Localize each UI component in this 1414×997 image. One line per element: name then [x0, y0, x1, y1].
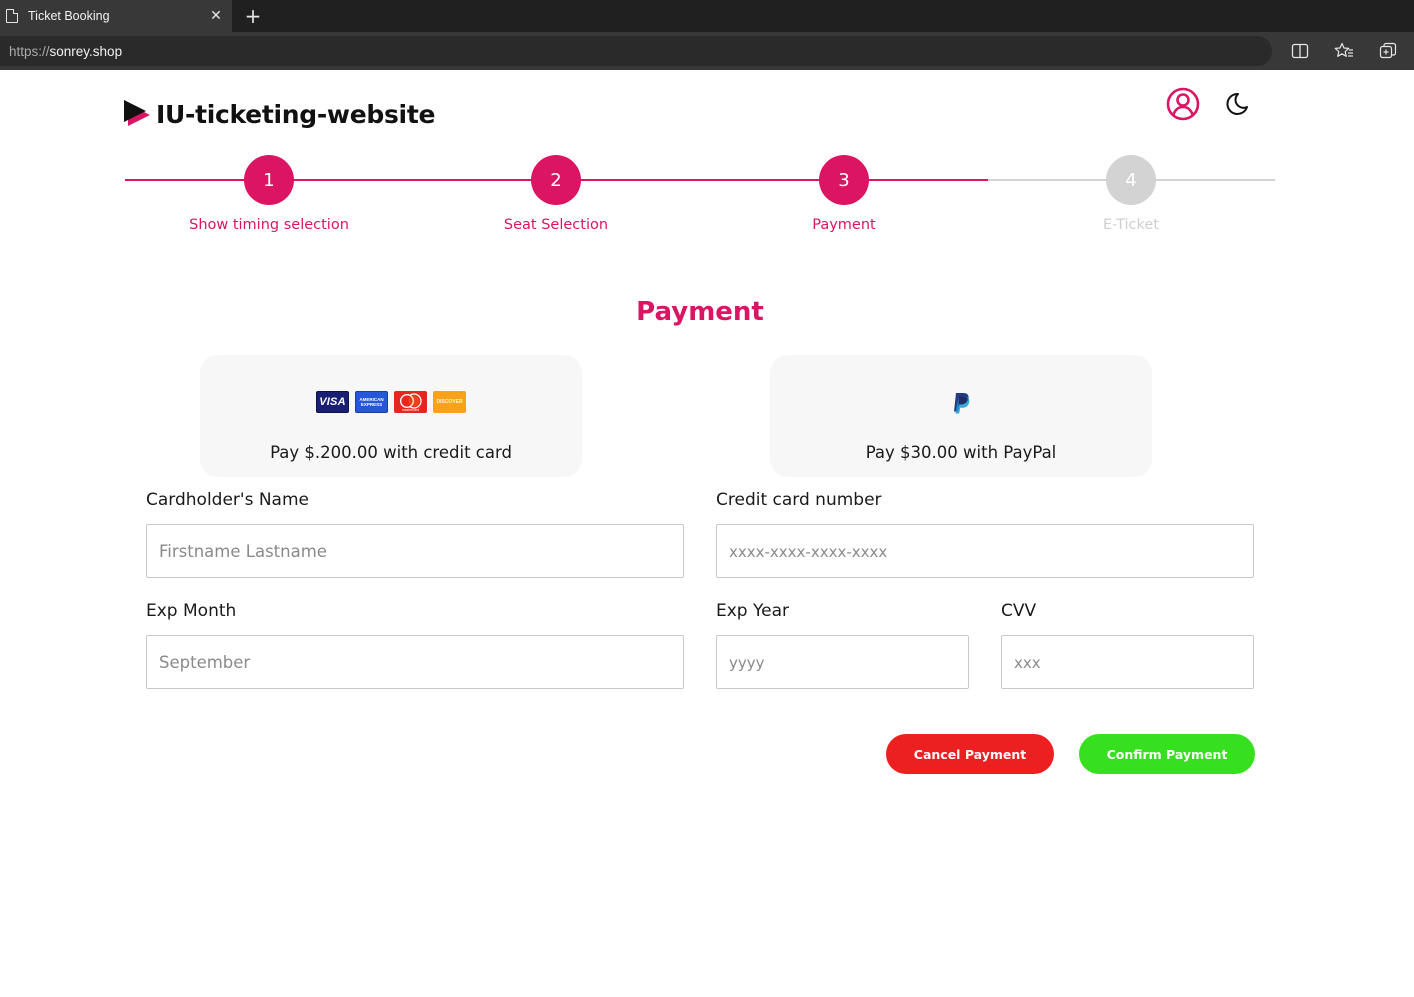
cvv-label: CVV — [1001, 601, 1037, 621]
discover-logo-icon: DISCOVER — [433, 391, 466, 413]
exp-month-label: Exp Month — [146, 601, 237, 621]
confirm-payment-button[interactable]: Confirm Payment — [1079, 734, 1255, 774]
new-tab-button[interactable]: + — [242, 4, 264, 28]
step-2-label: Seat Selection — [503, 217, 609, 233]
step-3-label: Payment — [812, 217, 876, 233]
paypal-pay-text: Pay $30.00 with PayPal — [865, 443, 1057, 462]
cardholder-name-input[interactable] — [146, 524, 684, 578]
cancel-payment-button[interactable]: Cancel Payment — [886, 734, 1054, 774]
exp-month-input[interactable] — [146, 635, 684, 689]
moon-icon[interactable] — [1224, 91, 1250, 117]
browser-tab-bar: Ticket Booking ✕ + — [0, 0, 1414, 32]
tab-title: Ticket Booking — [28, 9, 110, 23]
cardholder-name-label: Cardholder's Name — [146, 490, 309, 510]
collections-icon[interactable] — [1378, 41, 1398, 61]
credit-card-option[interactable]: VISA AMERICAN EXPRESS mastercard DISCOVE… — [200, 355, 582, 477]
card-number-input[interactable] — [716, 524, 1254, 578]
brand-title: IU-ticketing-website — [156, 99, 436, 129]
page-content: IU-ticketing-website 1 Show timing selec… — [0, 70, 1414, 997]
exp-year-input[interactable] — [716, 635, 969, 689]
step-4-label: E-Ticket — [1103, 217, 1159, 233]
payment-title: Payment — [636, 297, 764, 327]
browser-tab[interactable]: Ticket Booking ✕ — [0, 0, 232, 32]
mastercard-logo-icon: mastercard — [394, 391, 427, 413]
card-logos: VISA AMERICAN EXPRESS mastercard DISCOVE… — [200, 391, 582, 413]
paypal-option[interactable]: Pay $30.00 with PayPal — [770, 355, 1152, 477]
paypal-logo — [770, 391, 1152, 419]
user-account-icon[interactable] — [1165, 86, 1201, 122]
favorites-icon[interactable] — [1334, 41, 1354, 61]
cvv-input[interactable] — [1001, 635, 1254, 689]
step-3-circle[interactable]: 3 — [819, 155, 869, 205]
play-logo-icon — [124, 98, 150, 130]
url-protocol: https:// — [9, 43, 50, 59]
url-host: sonrey.shop — [49, 43, 123, 59]
page-icon — [6, 9, 18, 23]
brand[interactable]: IU-ticketing-website — [124, 98, 435, 130]
exp-year-label: Exp Year — [716, 601, 789, 621]
step-2-circle[interactable]: 2 — [531, 155, 581, 205]
step-1-label: Show timing selection — [189, 217, 349, 233]
address-bar[interactable]: https://sonrey.shop — [0, 36, 1272, 66]
visa-logo-icon: VISA — [316, 391, 349, 413]
tab-close-icon[interactable]: ✕ — [206, 6, 226, 26]
step-4-circle[interactable]: 4 — [1106, 155, 1156, 205]
step-1-circle[interactable]: 1 — [244, 155, 294, 205]
card-number-label: Credit card number — [716, 490, 882, 510]
split-screen-icon[interactable] — [1290, 41, 1310, 61]
amex-logo-icon: AMERICAN EXPRESS — [355, 391, 388, 413]
credit-card-pay-text: Pay $.200.00 with credit card — [270, 443, 512, 462]
paypal-icon — [950, 391, 972, 419]
